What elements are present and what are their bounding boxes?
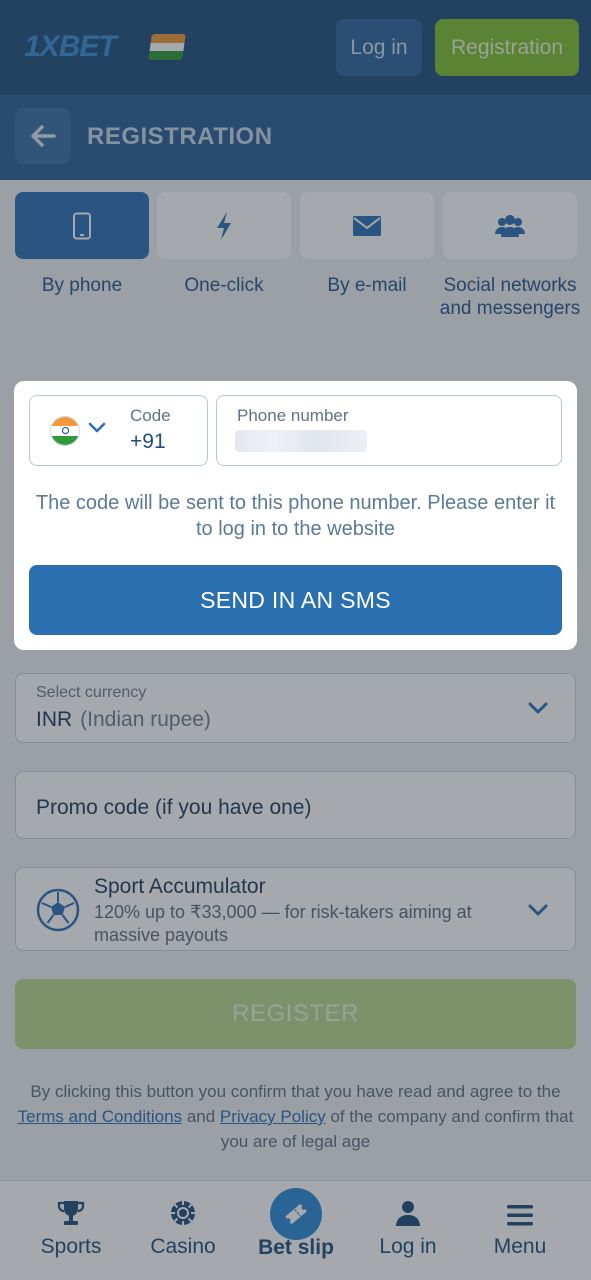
india-flag-icon [148,34,186,60]
smartphone-icon [73,212,91,239]
tab-by-email[interactable] [300,192,434,259]
nav-casino-label: Casino [150,1235,216,1258]
promo-code-placeholder: Promo code (if you have one) [36,796,312,819]
page-title: REGISTRATION [87,123,273,150]
tab-by-phone[interactable] [15,192,149,259]
currency-value: INR (Indian rupee) [36,708,211,732]
bonus-select[interactable]: Sport Accumulator 120% up to ₹33,000 — f… [15,867,576,951]
ticket-icon [285,1203,307,1225]
phone-number-label: Phone number [237,406,349,425]
code-value: +91 [130,430,166,453]
terms-part1: By clicking this button you confirm that… [30,1082,561,1101]
soccer-ball-icon [36,888,80,932]
nav-bet-slip[interactable] [270,1188,322,1240]
nav-login[interactable]: Log in [353,1197,463,1259]
terms-text: By clicking this button you confirm that… [12,1079,579,1154]
sms-hint-text: The code will be sent to this phone numb… [35,492,556,540]
nav-sports-label: Sports [40,1235,102,1258]
register-button[interactable]: REGISTER [15,979,576,1049]
arrow-left-icon [31,125,56,147]
tab-label-by-email: By e-mail [327,275,407,296]
phone-number-input[interactable]: Phone number [216,395,562,466]
country-code-select[interactable]: Code +91 [29,395,208,466]
currency-code: INR [36,708,73,731]
chevron-down-icon [88,420,106,438]
nav-login-label: Log in [379,1235,437,1258]
chevron-down-icon [527,697,549,719]
tab-label-social: Social networks and messengers [439,275,581,319]
envelope-icon [353,215,381,236]
send-sms-button[interactable]: SEND IN AN SMS [29,565,562,635]
nav-menu-label: Menu [493,1235,547,1258]
users-icon [495,214,525,237]
nav-menu[interactable]: Menu [465,1197,575,1259]
nav-sports[interactable]: Sports [16,1197,126,1259]
terms-and: and [186,1107,216,1126]
tab-one-click[interactable] [157,192,291,259]
chevron-down-icon [527,899,549,921]
top-header: 1XBET Log in Registration [0,0,591,95]
code-label: Code [130,406,171,425]
hamburger-menu-icon [507,1205,533,1226]
tab-label-one-click: One-click [184,275,264,296]
trophy-icon [57,1201,85,1225]
bonus-title: Sport Accumulator [94,875,266,898]
promo-code-input[interactable]: Promo code (if you have one) [15,771,576,839]
privacy-policy-link[interactable]: Privacy Policy [220,1107,326,1126]
terms-link[interactable]: Terms and Conditions [18,1107,182,1126]
user-icon [396,1201,420,1226]
nav-bet-slip-label: Bet slip [258,1236,334,1259]
india-flag-icon [50,416,80,446]
phone-registration-card: Code +91 Phone number The code will be s… [14,381,577,650]
tab-label-by-phone: By phone [41,275,123,296]
back-button[interactable] [15,108,71,164]
header-registration-button[interactable]: Registration [435,19,579,76]
casino-chip-icon [171,1201,195,1225]
brand-logo[interactable]: 1XBET [24,30,117,64]
bonus-description: 120% up to ₹33,000 — for risk-takers aim… [94,902,472,945]
header-login-button[interactable]: Log in [336,19,422,76]
title-bar: REGISTRATION [0,95,591,180]
currency-name: (Indian rupee) [80,708,211,731]
tab-social-networks[interactable] [443,192,577,259]
currency-label: Select currency [36,684,147,701]
nav-casino[interactable]: Casino [128,1197,238,1259]
phone-number-value-redacted [235,430,367,452]
currency-select[interactable]: Select currency INR (Indian rupee) [15,673,576,743]
lightning-icon [217,211,231,240]
